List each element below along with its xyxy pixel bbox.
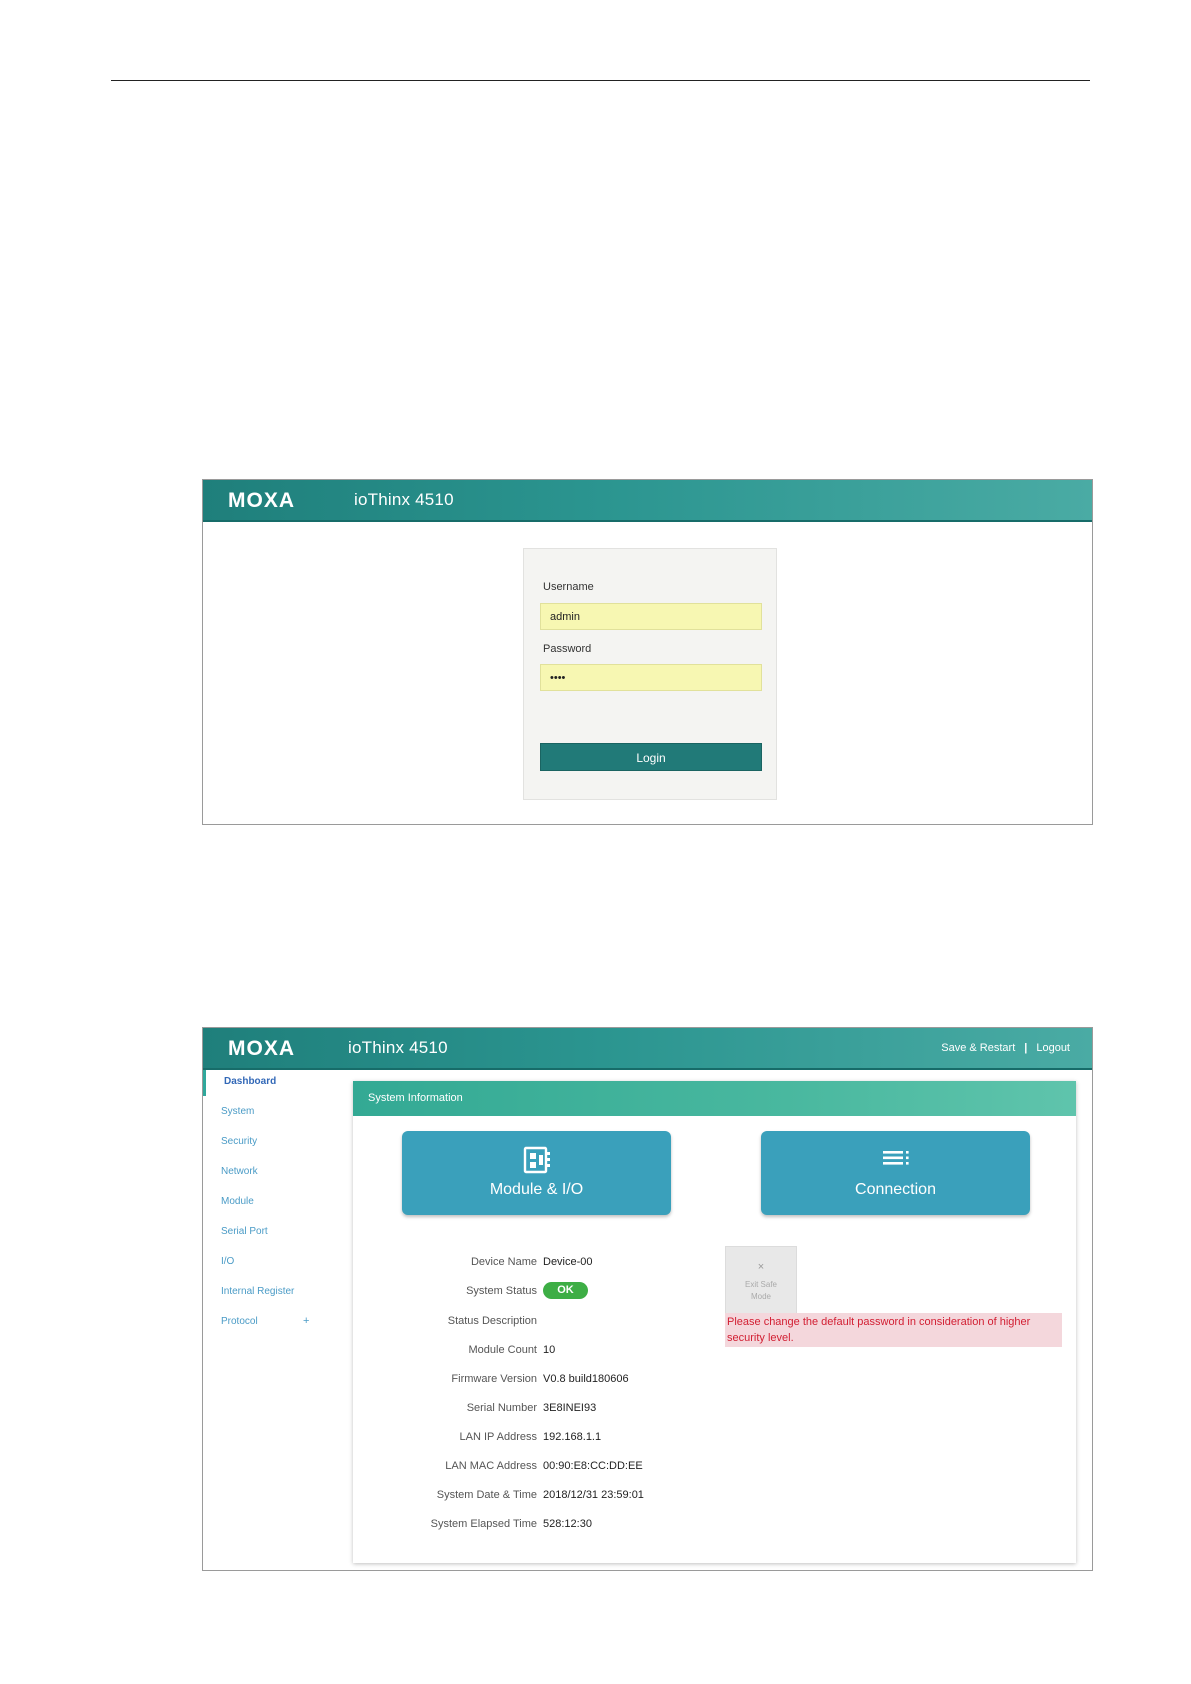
- connection-label: Connection: [855, 1181, 936, 1198]
- header-separator: |: [1024, 1042, 1028, 1054]
- status-badge: OK: [543, 1282, 588, 1299]
- module-icon: [522, 1146, 552, 1179]
- panel-title: System Information: [353, 1081, 1076, 1116]
- exit-safe-mode-label: Exit Safe Mode: [726, 1279, 796, 1303]
- header-links: Save & Restart | Logout: [941, 1042, 1070, 1054]
- username-label: Username: [543, 581, 594, 593]
- info-row-lan-mac: LAN MAC Address 00:90:E8:CC:DD:EE: [353, 1460, 753, 1476]
- info-label: LAN IP Address: [459, 1431, 537, 1443]
- info-row-status-description: Status Description: [353, 1315, 753, 1331]
- moxa-logo: MOXA: [228, 491, 340, 509]
- sidebar-item-system[interactable]: System: [221, 1106, 254, 1117]
- info-label: System Status: [466, 1285, 537, 1297]
- sidebar: Dashboard System Security Network Module…: [203, 1068, 348, 1570]
- password-label: Password: [543, 643, 592, 655]
- info-label: Firmware Version: [451, 1373, 537, 1385]
- info-label: System Date & Time: [436, 1489, 537, 1501]
- login-button[interactable]: Login: [540, 743, 762, 771]
- sidebar-item-io[interactable]: I/O: [221, 1256, 234, 1267]
- info-label: System Elapsed Time: [430, 1518, 537, 1530]
- info-row-lan-ip: LAN IP Address 192.168.1.1: [353, 1431, 753, 1447]
- info-row-serial-number: Serial Number 3E8INEI93: [353, 1402, 753, 1418]
- password-input[interactable]: ••••: [540, 664, 762, 691]
- system-information-panel: System Information Module & I/O Connecti…: [353, 1081, 1076, 1563]
- exit-safe-mode-button[interactable]: × Exit Safe Mode: [725, 1246, 797, 1314]
- info-value: 3E8INEI93: [543, 1402, 597, 1414]
- info-value: V0.8 build180606: [543, 1373, 629, 1385]
- info-label: Status Description: [447, 1315, 537, 1327]
- info-row-device-name: Device Name Device-00: [353, 1256, 753, 1272]
- login-form: Username admin Password •••• Login: [523, 548, 777, 800]
- info-row-elapsed-time: System Elapsed Time 528:12:30: [353, 1518, 753, 1534]
- login-screenshot: MOXA ioThinx 4510 Username admin Passwor…: [202, 479, 1093, 825]
- module-io-tile[interactable]: Module & I/O: [402, 1131, 671, 1215]
- close-icon: ×: [757, 1261, 765, 1273]
- info-row-date-time: System Date & Time 2018/12/31 23:59:01: [353, 1489, 753, 1505]
- info-row-module-count: Module Count 10: [353, 1344, 753, 1360]
- info-label: Serial Number: [466, 1402, 537, 1414]
- save-restart-link[interactable]: Save & Restart: [941, 1042, 1015, 1054]
- sidebar-item-network[interactable]: Network: [221, 1166, 258, 1177]
- expand-plus-icon[interactable]: +: [303, 1315, 309, 1327]
- info-row-firmware-version: Firmware Version V0.8 build180606: [353, 1373, 753, 1389]
- info-row-system-status: System Status OK: [353, 1282, 753, 1301]
- product-name: ioThinx 4510: [354, 490, 454, 509]
- sidebar-item-internal-register[interactable]: Internal Register: [221, 1286, 294, 1297]
- page-top-rule: [111, 80, 1090, 81]
- moxa-logo: MOXA: [228, 1039, 340, 1057]
- info-value: 10: [543, 1344, 556, 1356]
- sidebar-item-serial-port[interactable]: Serial Port: [221, 1226, 268, 1237]
- info-value: 192.168.1.1: [543, 1431, 602, 1443]
- logout-link[interactable]: Logout: [1036, 1042, 1070, 1054]
- app-header: MOXA ioThinx 4510 Save & Restart | Logout: [203, 1028, 1092, 1070]
- info-value: 2018/12/31 23:59:01: [543, 1489, 644, 1501]
- info-value: Device-00: [543, 1256, 593, 1268]
- list-icon: [881, 1146, 911, 1175]
- info-value: 528:12:30: [543, 1518, 592, 1530]
- info-label: Device Name: [470, 1256, 537, 1268]
- password-warning: Please change the default password in co…: [725, 1313, 1062, 1347]
- moxa-logo-text: MOXA: [228, 1039, 295, 1057]
- info-value: 00:90:E8:CC:DD:EE: [543, 1460, 643, 1472]
- product-name: ioThinx 4510: [348, 1038, 448, 1057]
- info-label: Module Count: [468, 1344, 538, 1356]
- exit-safe-mode-line2: Mode: [750, 1292, 771, 1301]
- active-indicator: [203, 1070, 206, 1096]
- sidebar-item-module[interactable]: Module: [221, 1196, 254, 1207]
- sidebar-item-security[interactable]: Security: [221, 1136, 257, 1147]
- info-label: LAN MAC Address: [445, 1460, 537, 1472]
- sidebar-item-protocol[interactable]: Protocol: [221, 1316, 258, 1327]
- exit-safe-mode-line1: Exit Safe: [744, 1280, 777, 1289]
- sidebar-item-dashboard[interactable]: Dashboard: [224, 1076, 276, 1087]
- dashboard-screenshot: MOXA ioThinx 4510 Save & Restart | Logout …: [202, 1027, 1093, 1571]
- moxa-logo-text: MOXA: [228, 491, 295, 509]
- app-header: MOXA ioThinx 4510: [203, 480, 1092, 522]
- module-io-label: Module & I/O: [489, 1181, 584, 1198]
- username-input[interactable]: admin: [540, 603, 762, 630]
- connection-tile[interactable]: Connection: [761, 1131, 1030, 1215]
